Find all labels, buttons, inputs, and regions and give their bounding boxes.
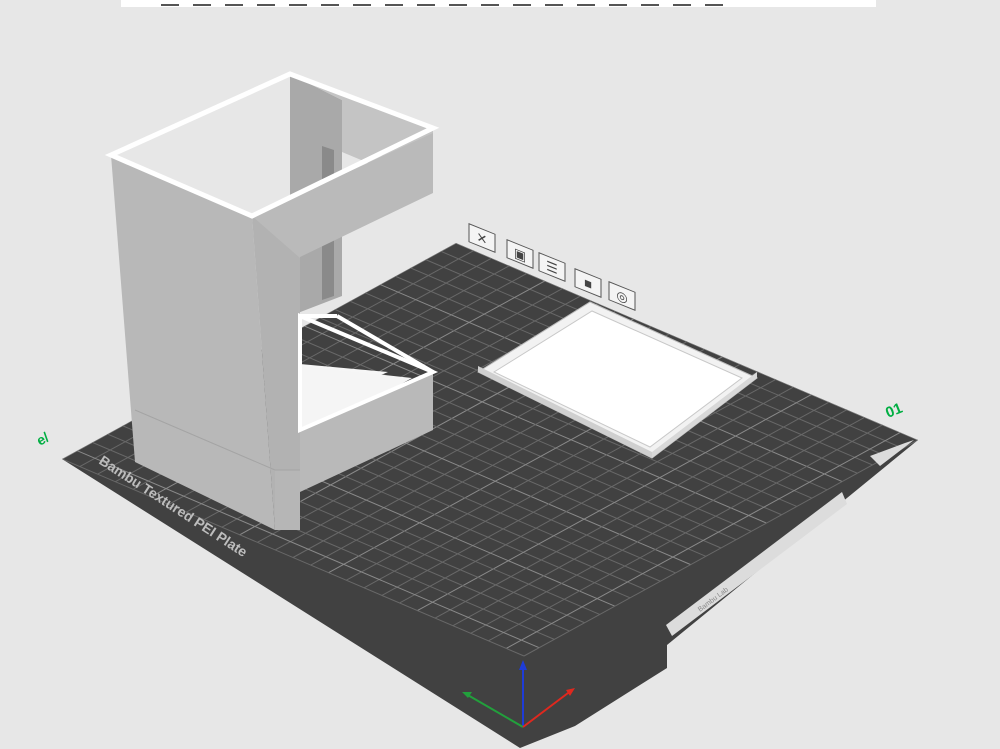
arrange-plate-icon[interactable]: ▣: [506, 239, 534, 269]
plate-number: 01: [883, 400, 905, 422]
lock-plate-icon[interactable]: ■: [574, 268, 602, 298]
orient-plate-icon[interactable]: ☰: [538, 252, 566, 282]
plate-settings-icon[interactable]: ◎: [608, 281, 636, 311]
origin-marker: e/: [34, 429, 52, 449]
3d-viewport[interactable]: Bambu Lab Bambu Textured PEI Plate 01 e/…: [0, 0, 1000, 749]
delete-plate-icon[interactable]: ✕: [468, 223, 496, 253]
